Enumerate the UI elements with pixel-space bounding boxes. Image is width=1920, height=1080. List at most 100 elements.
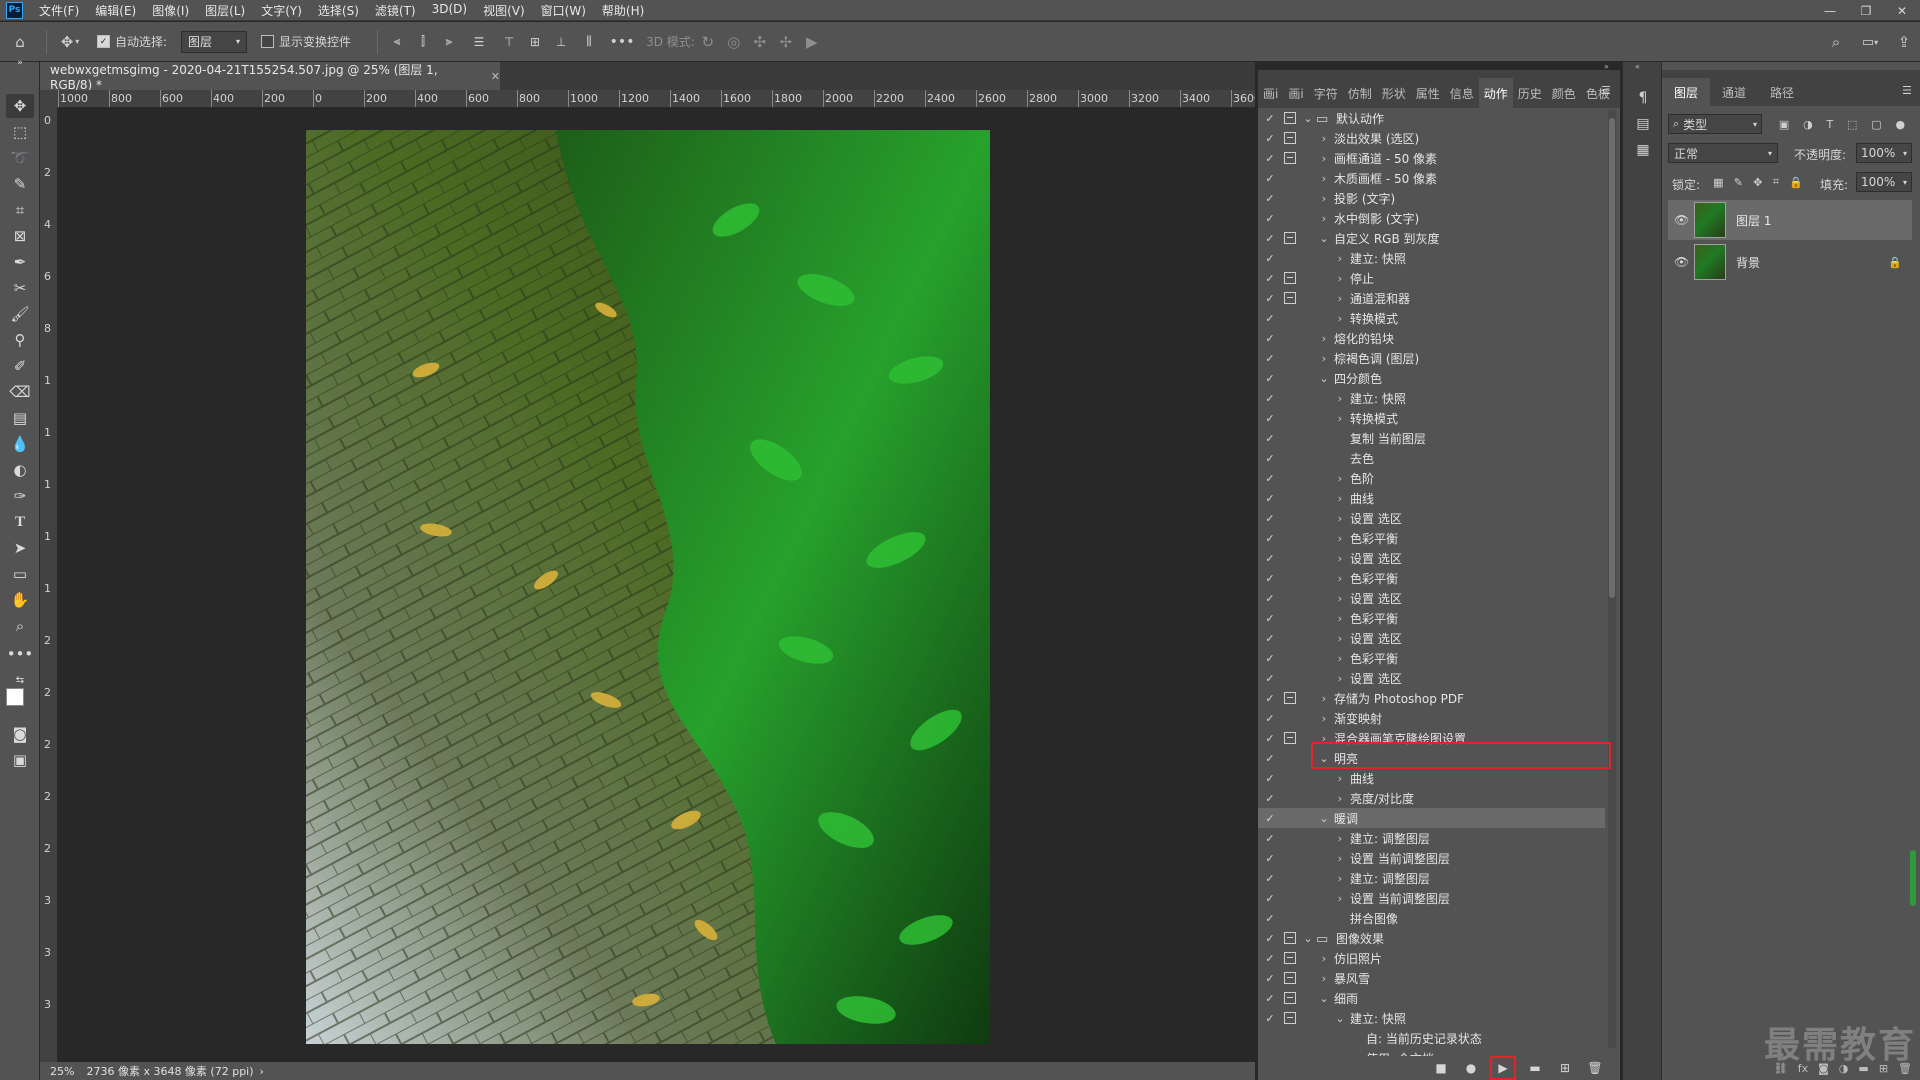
chevron-right-icon[interactable]: › bbox=[1318, 212, 1330, 225]
check-icon[interactable]: ✓ bbox=[1264, 252, 1276, 265]
chevron-right-icon[interactable]: › bbox=[1334, 572, 1346, 585]
dialog-toggle-icon[interactable] bbox=[1284, 732, 1296, 744]
chevron-right-icon[interactable]: › bbox=[1334, 592, 1346, 605]
chevron-right-icon[interactable]: › bbox=[1334, 612, 1346, 625]
tab-8[interactable]: 历史 bbox=[1513, 78, 1547, 108]
layer-row-background[interactable]: 👁 背景 🔒 bbox=[1668, 242, 1912, 282]
check-icon[interactable]: ✓ bbox=[1264, 492, 1276, 505]
lock-artboard-icon[interactable]: ⌗ bbox=[1773, 175, 1779, 189]
check-icon[interactable]: ✓ bbox=[1264, 412, 1276, 425]
collapse-panel-icon[interactable]: » bbox=[1604, 62, 1620, 71]
show-transform-checkbox[interactable]: 显示变换控件 bbox=[261, 33, 351, 50]
dialog-toggle-icon[interactable] bbox=[1284, 1012, 1296, 1024]
clone-stamp-tool-icon[interactable]: ⚲ bbox=[6, 328, 34, 352]
check-icon[interactable]: ✓ bbox=[1264, 552, 1276, 565]
move-tool-icon[interactable]: ✥ ▾ bbox=[53, 22, 87, 62]
horizontal-ruler[interactable]: 1000 800 600 400 200 0 200 400 600 800 1000 1200 140… bbox=[58, 90, 1255, 108]
dialog-toggle-icon[interactable] bbox=[1284, 312, 1296, 324]
action-row[interactable]: ✓ ⌄ 建立: 快照 bbox=[1258, 1008, 1605, 1028]
check-icon[interactable]: ✓ bbox=[1264, 792, 1276, 805]
action-row[interactable]: ✓ ⌄ ▭ 默认动作 bbox=[1258, 108, 1605, 128]
dialog-toggle-icon[interactable] bbox=[1284, 172, 1296, 184]
check-icon[interactable]: ✓ bbox=[1264, 712, 1276, 725]
dialog-toggle-icon[interactable] bbox=[1284, 712, 1296, 724]
chevron-right-icon[interactable]: › bbox=[1318, 952, 1330, 965]
check-icon[interactable]: ✓ bbox=[1264, 452, 1276, 465]
chevron-right-icon[interactable]: › bbox=[260, 1065, 264, 1078]
check-icon[interactable]: ✓ bbox=[1264, 952, 1276, 965]
dialog-toggle-icon[interactable] bbox=[1284, 1032, 1296, 1044]
tab-0[interactable]: 图层 bbox=[1662, 78, 1711, 106]
dialog-toggle-icon[interactable] bbox=[1284, 212, 1296, 224]
align-right-icon[interactable]: ⫸ bbox=[436, 22, 462, 62]
check-icon[interactable]: ✓ bbox=[1264, 812, 1276, 825]
check-icon[interactable]: ✓ bbox=[1264, 932, 1276, 945]
healing-brush-tool-icon[interactable]: ✂ bbox=[6, 276, 34, 300]
trash-icon[interactable]: 🗑 bbox=[1584, 1058, 1606, 1078]
dialog-toggle-icon[interactable] bbox=[1284, 252, 1296, 264]
dialog-toggle-icon[interactable] bbox=[1284, 292, 1296, 304]
check-icon[interactable]: ✓ bbox=[1264, 892, 1276, 905]
dialog-toggle-icon[interactable] bbox=[1284, 932, 1296, 944]
action-row[interactable]: ✓ › 建立: 调整图层 bbox=[1258, 868, 1605, 888]
dialog-toggle-icon[interactable] bbox=[1284, 552, 1296, 564]
chevron-right-icon[interactable]: › bbox=[1334, 852, 1346, 865]
action-row[interactable]: ✓ › 转换模式 bbox=[1258, 408, 1605, 428]
vertical-ruler[interactable]: 0 2 4 6 8 1 1 1 1 1 2 2 2 2 2 3 3 3 bbox=[40, 108, 58, 1062]
check-icon[interactable]: ✓ bbox=[1264, 692, 1276, 705]
check-icon[interactable]: ✓ bbox=[1264, 752, 1276, 765]
marquee-tool-icon[interactable]: ⬚ bbox=[6, 120, 34, 144]
menu-item[interactable]: 视图(V) bbox=[475, 2, 533, 19]
dialog-toggle-icon[interactable] bbox=[1284, 412, 1296, 424]
action-row[interactable]: ✓ › 设置 选区 bbox=[1258, 668, 1605, 688]
distribute-vertical-icon[interactable]: ⫼ bbox=[574, 22, 604, 62]
frame-tool-icon[interactable]: ⊠ bbox=[6, 224, 34, 248]
fill-input[interactable]: 100% ▾ bbox=[1856, 172, 1912, 192]
action-row[interactable]: ✓ › 停止 bbox=[1258, 268, 1605, 288]
action-row[interactable]: ✓ › 棕褐色调 (图层) bbox=[1258, 348, 1605, 368]
chevron-right-icon[interactable]: › bbox=[1334, 632, 1346, 645]
eyedropper-tool-icon[interactable]: ✒ bbox=[6, 250, 34, 274]
brush-tool-icon[interactable]: 🖌 bbox=[6, 302, 34, 326]
check-icon[interactable]: ✓ bbox=[1264, 232, 1276, 245]
action-row[interactable]: ✓ › 渐变映射 bbox=[1258, 708, 1605, 728]
action-row[interactable]: ✓ › 设置 选区 bbox=[1258, 628, 1605, 648]
menu-item[interactable]: 窗口(W) bbox=[533, 2, 594, 19]
menu-item[interactable]: 图像(I) bbox=[144, 2, 197, 19]
dodge-tool-icon[interactable]: ◐ bbox=[6, 458, 34, 482]
check-icon[interactable]: ✓ bbox=[1264, 532, 1276, 545]
action-row[interactable]: ✓ › 水中倒影 (文字) bbox=[1258, 208, 1605, 228]
action-row[interactable]: ✓ › 画框通道 - 50 像素 bbox=[1258, 148, 1605, 168]
action-row[interactable]: ✓ › 曲线 bbox=[1258, 768, 1605, 788]
action-row[interactable]: ✓ ⌄ ▭ 图像效果 bbox=[1258, 928, 1605, 948]
chevron-right-icon[interactable]: › bbox=[1334, 892, 1346, 905]
chevron-right-icon[interactable]: › bbox=[1334, 652, 1346, 665]
check-icon[interactable]: ✓ bbox=[1264, 632, 1276, 645]
play-icon[interactable]: ▶ bbox=[1490, 1056, 1516, 1080]
dialog-toggle-icon[interactable] bbox=[1284, 672, 1296, 684]
type-filter-icon[interactable]: T bbox=[1827, 118, 1834, 131]
action-row[interactable]: ✓ › 色彩平衡 bbox=[1258, 648, 1605, 668]
check-icon[interactable]: ✓ bbox=[1264, 132, 1276, 145]
share-icon[interactable]: ⇪ bbox=[1888, 22, 1920, 62]
history-brush-tool-icon[interactable]: ✐ bbox=[6, 354, 34, 378]
chevron-down-icon[interactable]: ⌄ bbox=[1318, 992, 1330, 1005]
menu-item[interactable]: 文件(F) bbox=[31, 2, 87, 19]
lock-position-icon[interactable]: ✥ bbox=[1753, 176, 1762, 189]
check-icon[interactable]: ✓ bbox=[1264, 592, 1276, 605]
rectangle-tool-icon[interactable]: ▭ bbox=[6, 562, 34, 586]
dialog-toggle-icon[interactable] bbox=[1284, 392, 1296, 404]
dialog-toggle-icon[interactable] bbox=[1284, 772, 1296, 784]
tab-7[interactable]: 动作 bbox=[1478, 78, 1513, 108]
dialog-toggle-icon[interactable] bbox=[1284, 452, 1296, 464]
dialog-toggle-icon[interactable] bbox=[1284, 872, 1296, 884]
action-row[interactable]: ✓ ⌄ 四分颜色 bbox=[1258, 368, 1605, 388]
tab-2[interactable]: 字符 bbox=[1309, 78, 1343, 108]
action-row[interactable]: ✓ › 亮度/对比度 bbox=[1258, 788, 1605, 808]
action-row[interactable]: ✓ › 设置 选区 bbox=[1258, 548, 1605, 568]
align-middle-icon[interactable]: ⊞ bbox=[522, 22, 548, 62]
action-row[interactable]: ✓ › 熔化的铅块 bbox=[1258, 328, 1605, 348]
dialog-toggle-icon[interactable] bbox=[1284, 492, 1296, 504]
action-row[interactable]: ✓ 去色 bbox=[1258, 448, 1605, 468]
dialog-toggle-icon[interactable] bbox=[1284, 232, 1296, 244]
